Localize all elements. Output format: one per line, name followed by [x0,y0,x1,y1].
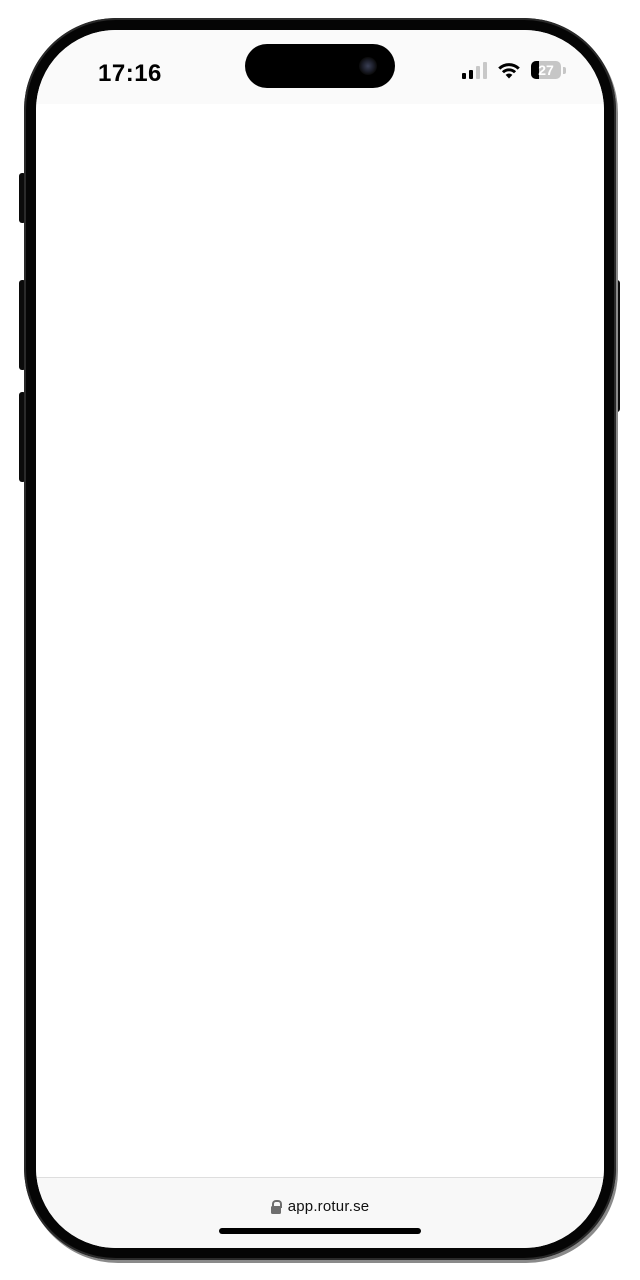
signal-bar [483,62,487,79]
device-mockup: 17:16 27 app.rotur.se [0,0,640,1280]
address-bar[interactable]: app.rotur.se [36,1177,604,1248]
signal-bar [462,73,466,79]
signal-bar [476,66,480,79]
lock-icon [270,1199,282,1214]
battery-icon: 27 [531,61,561,79]
status-icons: 27 [462,61,566,79]
home-indicator[interactable] [219,1228,421,1234]
front-camera-icon [359,57,377,75]
phone-screen: 17:16 27 app.rotur.se [36,30,604,1248]
phone-frame: 17:16 27 app.rotur.se [24,18,616,1260]
dynamic-island [245,44,395,88]
web-content[interactable] [36,104,604,1178]
wifi-icon [498,63,520,79]
status-time: 17:16 [98,60,162,87]
url-display[interactable]: app.rotur.se [36,1198,604,1215]
cellular-signal-icon [462,61,487,79]
url-text: app.rotur.se [287,1198,370,1215]
battery-tip [563,66,566,74]
battery-level: 27 [538,62,554,78]
signal-bar [469,70,473,79]
status-bar: 17:16 27 [36,30,604,104]
